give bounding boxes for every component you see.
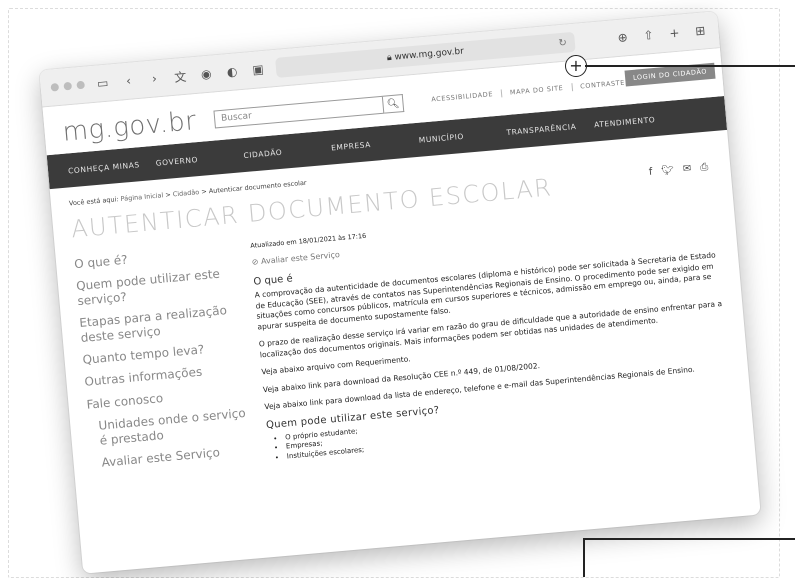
link-contrast[interactable]: CONTRASTE <box>572 78 633 91</box>
link-accessibility[interactable]: ACESSIBILIDADE <box>422 89 503 105</box>
share-icon[interactable]: ⇧ <box>640 27 657 44</box>
back-icon[interactable]: ‹ <box>120 72 137 89</box>
screenshot-icon[interactable]: ▣ <box>249 61 266 78</box>
privacy-icon[interactable]: ◐ <box>223 63 240 80</box>
twitter-icon[interactable]: 🐦︎ <box>661 165 675 177</box>
facebook-icon[interactable]: f <box>648 167 652 178</box>
callout-line-top <box>585 65 795 67</box>
lock-icon: 🔒︎ <box>386 52 393 64</box>
sidebar-item-unidades[interactable]: Unidades onde o serviço é prestado <box>88 405 255 448</box>
nav-municipio[interactable]: MUNICÍPIO <box>418 128 506 144</box>
tab-overview-icon[interactable]: ⊞ <box>692 22 709 39</box>
main-content: Atualizado em 18/01/2021 às 17:16 ⊘ Aval… <box>238 201 738 465</box>
nav-transparencia[interactable]: TRANSPARÊNCIA <box>506 120 594 137</box>
translate-icon[interactable]: 文 <box>172 68 189 85</box>
reload-icon[interactable]: ↻ <box>558 37 567 49</box>
nav-atendimento[interactable]: ATENDIMENTO <box>594 112 682 129</box>
extension-icon[interactable]: ◉ <box>198 65 215 82</box>
link-sitemap[interactable]: MAPA DO SITE <box>501 83 573 98</box>
search-icon: 🔍︎ <box>386 97 400 110</box>
search-input[interactable]: Buscar <box>213 95 385 129</box>
callout-line-bottom-h <box>583 538 795 540</box>
breadcrumb-separator: > <box>200 187 208 196</box>
window-controls[interactable] <box>50 80 86 92</box>
site-logo[interactable]: mg.gov.br <box>61 106 197 148</box>
sidebar-icon[interactable]: ▭ <box>94 74 111 91</box>
sidebar-item-etapas[interactable]: Etapas para a realização deste serviço <box>79 302 246 345</box>
browser-window: ▭ ‹ › 文 ◉ ◐ ▣ 🔒︎ www.mg.gov.br ↻ ⊕ ⇧ + ⊞… <box>39 11 761 574</box>
add-tab-callout-icon: + <box>565 55 587 77</box>
new-tab-icon[interactable]: + <box>666 24 683 41</box>
search-button[interactable]: 🔍︎ <box>382 94 405 114</box>
download-icon[interactable]: ⊕ <box>614 29 631 46</box>
breadcrumb-separator: > <box>164 190 172 200</box>
utility-links: ACESSIBILIDADE MAPA DO SITE CONTRASTE <box>422 78 633 105</box>
callout-line-bottom-v <box>583 538 585 577</box>
email-icon[interactable]: ✉ <box>682 163 691 175</box>
rate-label: Avaliar este Serviço <box>260 250 341 266</box>
nav-governo[interactable]: GOVERNO <box>155 151 243 168</box>
nav-conheca-minas[interactable]: CONHEÇA MINAS <box>68 158 156 175</box>
nav-empresa[interactable]: EMPRESA <box>331 135 419 151</box>
sidebar-item-quem-pode[interactable]: Quem pode utilizar este serviço? <box>76 265 243 308</box>
url-text: www.mg.gov.br <box>394 46 465 63</box>
forward-icon[interactable]: › <box>146 70 163 87</box>
print-icon[interactable]: ⎙ <box>700 162 709 174</box>
sidebar-item-avaliar[interactable]: Avaliar este Serviço <box>91 442 257 471</box>
nav-cidadao[interactable]: CIDADÃO <box>243 143 331 159</box>
sidebar: O que é? Quem pode utilizar este serviço… <box>56 243 258 481</box>
